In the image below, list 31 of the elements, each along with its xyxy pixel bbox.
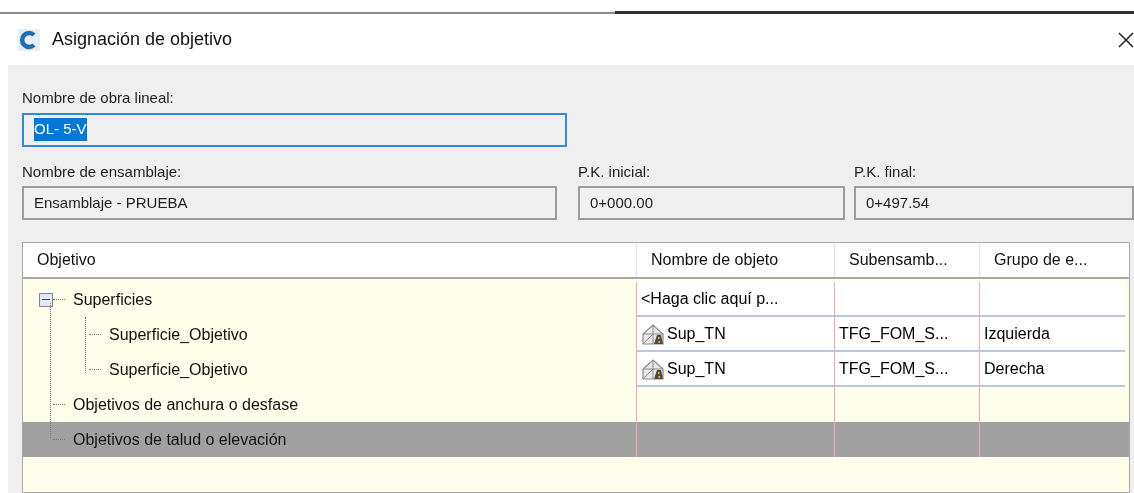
tree-item[interactable]: Superficies bbox=[73, 287, 153, 312]
text-field[interactable]: OL- 5-V bbox=[22, 112, 567, 147]
app-logo-icon bbox=[18, 28, 40, 51]
table-cell[interactable]: TFG_FOM_S... bbox=[834, 317, 979, 352]
collapse-toggle-icon[interactable] bbox=[39, 292, 53, 307]
field-label: Nombre de ensamblaje: bbox=[22, 161, 183, 182]
text-field[interactable]: 0+497.54 bbox=[854, 186, 1134, 220]
tree-item[interactable]: Superficie_Objetivo bbox=[109, 322, 248, 347]
table-cell[interactable]: Derecha bbox=[979, 352, 1125, 387]
column-header[interactable]: Subensamb... bbox=[834, 243, 979, 277]
table-cell[interactable]: Sup_TN bbox=[636, 317, 834, 352]
field-label: P.K. inicial: bbox=[578, 161, 652, 182]
table-cell[interactable]: Sup_TN bbox=[636, 352, 834, 387]
table-cell[interactable]: Izquierda bbox=[979, 317, 1125, 352]
field-label: P.K. final: bbox=[854, 161, 918, 182]
table-cell[interactable]: <Haga clic aquí p... bbox=[636, 282, 834, 317]
column-header[interactable]: Grupo de e... bbox=[979, 243, 1125, 277]
table-cell[interactable] bbox=[979, 282, 1125, 317]
text-field[interactable]: Ensamblaje - PRUEBA bbox=[22, 186, 557, 220]
tree-item[interactable]: Objetivos de anchura o desfase bbox=[73, 392, 299, 417]
field-label: Nombre de obra lineal: bbox=[22, 88, 175, 108]
window-title: Asignación de objetivo bbox=[52, 28, 234, 51]
table-cell[interactable] bbox=[834, 282, 979, 317]
column-header[interactable]: Nombre de objeto bbox=[636, 243, 834, 277]
column-header[interactable]: Objetivo bbox=[23, 243, 636, 277]
selected-row[interactable]: Objetivos de talud o elevación bbox=[23, 422, 1129, 457]
text-field[interactable]: 0+000.00 bbox=[578, 186, 845, 220]
tree-item[interactable]: Objetivos de talud o elevación bbox=[73, 427, 287, 452]
tree-item[interactable]: Superficie_Objetivo bbox=[109, 357, 248, 382]
close-icon[interactable] bbox=[1118, 31, 1134, 48]
table-cell[interactable]: TFG_FOM_S... bbox=[834, 352, 979, 387]
